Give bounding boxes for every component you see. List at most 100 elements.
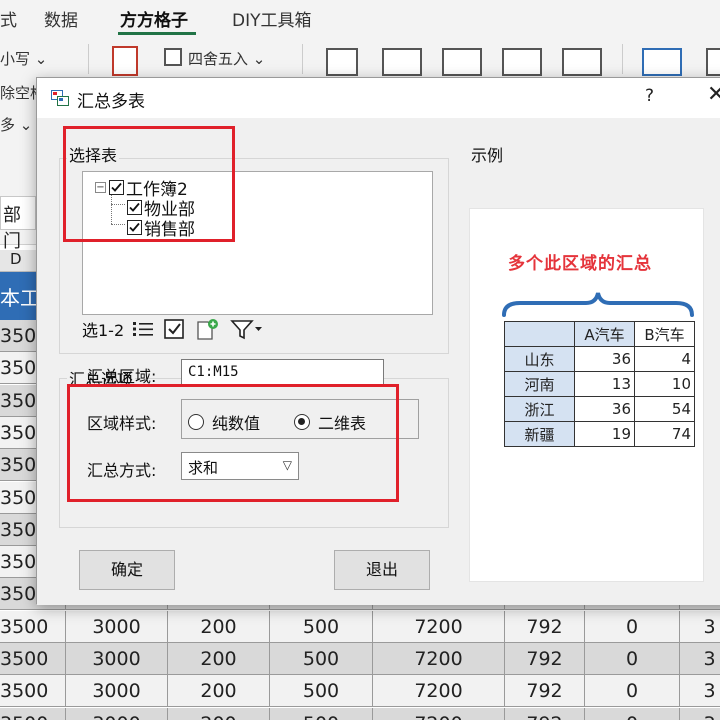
- sheet-tree[interactable]: − 工作簿2 物业部 销售部: [82, 171, 433, 315]
- tab-diy-tools[interactable]: DIY工具箱: [232, 6, 312, 31]
- radio-selected-icon[interactable]: [294, 414, 310, 430]
- table-cell[interactable]: 3: [680, 643, 720, 675]
- color-grid-icon[interactable]: [642, 48, 682, 76]
- active-tab-indicator: [118, 32, 196, 35]
- style-radio-group: 纯数值 二维表: [181, 399, 419, 439]
- tree-label-sales: 销售部: [144, 220, 195, 240]
- tab-data[interactable]: 数据: [44, 6, 78, 31]
- close-button[interactable]: ✕: [707, 82, 720, 107]
- ok-button[interactable]: 确定: [79, 550, 175, 590]
- method-select[interactable]: 求和 ▽: [181, 452, 299, 480]
- example-header-row: A汽车 B汽车: [504, 321, 695, 347]
- header-cell[interactable]: 本工: [0, 272, 36, 320]
- help-button[interactable]: ?: [645, 86, 654, 106]
- example-row: 河南 13 10: [504, 371, 695, 397]
- table-cell[interactable]: 792: [505, 643, 585, 675]
- radio-2d-table[interactable]: 二维表: [294, 410, 366, 434]
- table-cell[interactable]: 3500: [0, 610, 66, 643]
- tab-fangfang[interactable]: 方方格子: [120, 6, 188, 31]
- summary-dialog: 汇总多表 ? ✕ 选择表 − 工作簿2 物业部 销售部 选1-2 汇总选项 汇总…: [36, 77, 720, 605]
- table-cell[interactable]: 3000: [66, 707, 168, 720]
- example-cell: 山东: [504, 346, 575, 372]
- column-header-d[interactable]: D: [0, 250, 36, 272]
- table-cell[interactable]: 500: [270, 707, 373, 720]
- collapse-icon[interactable]: −: [95, 182, 106, 193]
- table-cell[interactable]: 200: [168, 707, 270, 720]
- brace-icon: [502, 292, 694, 317]
- select-table-label: 选择表: [67, 142, 120, 166]
- table-red-icon[interactable]: [382, 48, 422, 76]
- table-cell[interactable]: 3000: [66, 643, 168, 675]
- table-edge-icon[interactable]: [706, 48, 720, 76]
- table-cell[interactable]: 792: [505, 707, 585, 720]
- list-icon[interactable]: [132, 320, 154, 338]
- radio-2d-label: 二维表: [318, 414, 367, 433]
- example-row: 浙江 36 54: [504, 396, 695, 422]
- dialog-titlebar[interactable]: 汇总多表 ? ✕: [37, 78, 720, 118]
- area-input[interactable]: C1:M15: [181, 359, 384, 386]
- select-range-label[interactable]: 选1-2: [82, 317, 124, 341]
- check-all-icon[interactable]: [164, 319, 186, 339]
- table-cell[interactable]: 3500: [0, 643, 66, 675]
- table-split-icon[interactable]: [562, 48, 602, 76]
- table-cell[interactable]: 0: [585, 707, 680, 720]
- new-file-icon[interactable]: [196, 318, 220, 340]
- table-cell[interactable]: 3500: [0, 707, 66, 720]
- table-cell[interactable]: 3500: [0, 675, 66, 708]
- ribbon-lowercase[interactable]: 小写 ⌄: [0, 48, 47, 69]
- example-row: 山东 36 4: [504, 346, 695, 372]
- checkbox-checked-icon[interactable]: [109, 180, 124, 195]
- example-cell: 36: [574, 396, 635, 422]
- table-cell[interactable]: 7200: [373, 610, 505, 643]
- document-icon[interactable]: [112, 46, 138, 76]
- ribbon-round[interactable]: 四舍五入 ⌄: [188, 48, 265, 69]
- table-cell[interactable]: 500: [270, 610, 373, 643]
- table-cell[interactable]: 3: [680, 675, 720, 708]
- checkbox-checked-icon[interactable]: [127, 220, 142, 235]
- method-value: 求和: [188, 459, 219, 477]
- table-cell[interactable]: 3: [680, 611, 720, 643]
- table-icon[interactable]: [442, 48, 482, 76]
- table-cell[interactable]: 792: [505, 610, 585, 643]
- example-cell: 浙江: [504, 396, 575, 422]
- table-cell[interactable]: 200: [168, 610, 270, 643]
- tree-node-sales[interactable]: 销售部: [127, 215, 195, 240]
- table-cell[interactable]: 3000: [66, 675, 168, 708]
- tree-toolbar: 选1-2: [82, 317, 274, 341]
- chevron-down-icon[interactable]: ▽: [283, 458, 292, 472]
- table-cell[interactable]: 0: [585, 675, 680, 708]
- example-cell: 36: [574, 346, 635, 372]
- example-cell: 54: [634, 396, 695, 422]
- table-cell[interactable]: 7200: [373, 643, 505, 675]
- table-cell[interactable]: 0: [585, 610, 680, 643]
- table-cell[interactable]: 500: [270, 675, 373, 708]
- ribbon-separator: [302, 44, 303, 74]
- table-cell[interactable]: 0: [585, 643, 680, 675]
- table-cell[interactable]: 792: [505, 675, 585, 708]
- example-header-cell: [504, 321, 575, 347]
- clipboard-icon[interactable]: [326, 48, 358, 76]
- radio-unselected-icon[interactable]: [188, 414, 204, 430]
- table-cell[interactable]: 500: [270, 643, 373, 675]
- filter-icon[interactable]: [230, 318, 264, 340]
- example-cell: 74: [634, 421, 695, 447]
- table-cell[interactable]: 7200: [373, 675, 505, 708]
- tab-formulas[interactable]: 式: [0, 6, 17, 31]
- example-row: 新疆 19 74: [504, 421, 695, 447]
- ribbon-more[interactable]: 多 ⌄: [0, 114, 32, 135]
- exit-button[interactable]: 退出: [334, 550, 430, 590]
- radio-plain-values[interactable]: 纯数值: [188, 410, 260, 434]
- checkbox-checked-icon[interactable]: [127, 200, 142, 215]
- example-cell: 4: [634, 346, 695, 372]
- example-panel: 多个此区域的汇总 A汽车 B汽车 山东 36 4 河南 13 10 浙江 36: [469, 208, 704, 582]
- table-arrow-icon[interactable]: [502, 48, 542, 76]
- table-cell[interactable]: 3000: [66, 610, 168, 643]
- grid-icon[interactable]: [164, 48, 182, 66]
- name-box[interactable]: 部门: [0, 196, 36, 252]
- table-row: 35003000200500720079203: [0, 707, 720, 720]
- table-cell[interactable]: 200: [168, 643, 270, 675]
- radio-plain-label: 纯数值: [212, 414, 261, 433]
- table-cell[interactable]: 3: [680, 708, 720, 720]
- table-cell[interactable]: 7200: [373, 707, 505, 720]
- table-cell[interactable]: 200: [168, 675, 270, 708]
